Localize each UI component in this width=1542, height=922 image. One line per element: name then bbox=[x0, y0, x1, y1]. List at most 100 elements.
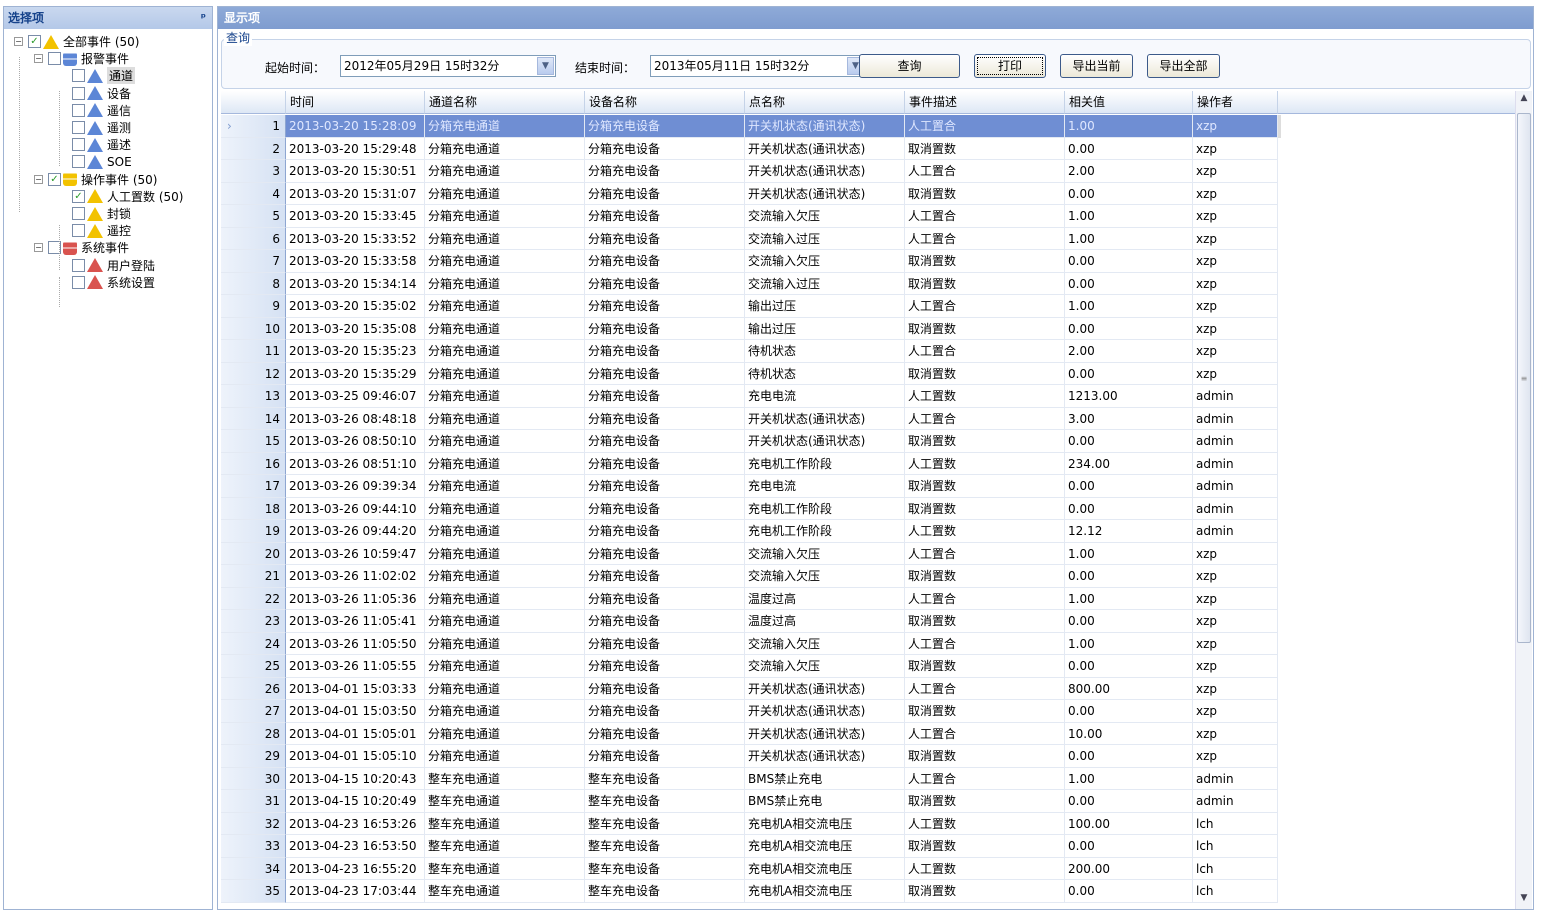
table-row[interactable]: 3 2013-03-20 15:30:51 分箱充电通道 分箱充电设备 开关机状态(通讯… bbox=[221, 160, 1281, 183]
row-number[interactable]: 28 bbox=[221, 722, 286, 745]
table-cell[interactable]: 2.00 bbox=[1065, 160, 1193, 183]
table-row[interactable]: 9 2013-03-20 15:35:02 分箱充电通道 分箱充电设备 输出过压 人工置合… bbox=[221, 295, 1281, 318]
table-cell[interactable]: 开关机状态(通讯状态) bbox=[745, 677, 905, 700]
table-cell[interactable]: xzp bbox=[1193, 677, 1278, 700]
table-cell[interactable]: 分箱充电设备 bbox=[585, 497, 745, 520]
table-row[interactable]: 5 2013-03-20 15:33:45 分箱充电通道 分箱充电设备 交流输入欠压 人工… bbox=[221, 205, 1281, 228]
table-cell[interactable]: 开关机状态(通讯状态) bbox=[745, 700, 905, 723]
row-number[interactable]: 13 bbox=[221, 385, 286, 408]
table-cell[interactable]: admin bbox=[1193, 475, 1278, 498]
checkbox[interactable] bbox=[72, 224, 85, 238]
table-cell[interactable]: 人工置合 bbox=[905, 205, 1065, 228]
table-cell[interactable]: 充电机A相交流电压 bbox=[745, 812, 905, 835]
table-cell[interactable]: xzp bbox=[1193, 722, 1278, 745]
table-cell[interactable]: 分箱充电设备 bbox=[585, 317, 745, 340]
table-cell[interactable]: 取消置数 bbox=[905, 700, 1065, 723]
table-cell[interactable]: 分箱充电设备 bbox=[585, 137, 745, 160]
table-cell[interactable]: 2013-03-26 11:05:41 bbox=[286, 610, 425, 633]
table-row[interactable]: 20 2013-03-26 10:59:47 分箱充电通道 分箱充电设备 交流输入欠压人… bbox=[221, 542, 1281, 565]
checkbox[interactable] bbox=[72, 86, 85, 100]
table-cell[interactable]: 人工置合 bbox=[905, 767, 1065, 790]
row-number[interactable]: 31 bbox=[221, 790, 286, 813]
table-cell[interactable]: 分箱充电通道 bbox=[425, 452, 585, 475]
vertical-scrollbar[interactable]: ▲ ≡ ▼ bbox=[1515, 91, 1532, 909]
table-row[interactable]: 26 2013-04-01 15:03:33 分箱充电通道 分箱充电设备 开关机状态(通… bbox=[221, 677, 1281, 700]
table-cell[interactable]: 分箱充电通道 bbox=[425, 745, 585, 768]
table-cell[interactable]: admin bbox=[1193, 452, 1278, 475]
table-cell[interactable]: 1.00 bbox=[1065, 227, 1193, 250]
table-row[interactable]: 12 2013-03-20 15:35:29 分箱充电通道 分箱充电设备 待机状态 取消置… bbox=[221, 362, 1281, 385]
table-row[interactable]: 6 2013-03-20 15:33:52 分箱充电通道 分箱充电设备 交流输入过压 人工… bbox=[221, 227, 1281, 250]
table-cell[interactable]: 2013-03-20 15:34:14 bbox=[286, 272, 425, 295]
tree-node[interactable]: 设备 bbox=[72, 85, 131, 102]
table-row[interactable]: 7 2013-03-20 15:33:58 分箱充电通道 分箱充电设备 交流输入欠压 取消… bbox=[221, 250, 1281, 273]
table-cell[interactable]: 分箱充电通道 bbox=[425, 227, 585, 250]
table-cell[interactable]: 100.00 bbox=[1065, 812, 1193, 835]
table-cell[interactable]: 0.00 bbox=[1065, 430, 1193, 453]
table-row[interactable]: 22 2013-03-26 11:05:36 分箱充电通道 分箱充电设备 温度过高 人工置… bbox=[221, 587, 1281, 610]
table-cell[interactable]: xzp bbox=[1193, 182, 1278, 205]
table-row[interactable]: 15 2013-03-26 08:50:10 分箱充电通道 分箱充电设备 开关机状态(通… bbox=[221, 430, 1281, 453]
table-cell[interactable]: 分箱充电通道 bbox=[425, 317, 585, 340]
table-cell[interactable]: xzp bbox=[1193, 542, 1278, 565]
checkbox[interactable] bbox=[72, 138, 85, 152]
row-number[interactable]: 34 bbox=[221, 857, 286, 880]
table-cell[interactable]: 分箱充电通道 bbox=[425, 250, 585, 273]
row-number[interactable]: 32 bbox=[221, 812, 286, 835]
table-cell[interactable]: 开关机状态(通讯状态) bbox=[745, 115, 905, 138]
table-cell[interactable]: 1.00 bbox=[1065, 115, 1193, 138]
table-cell[interactable]: xzp bbox=[1193, 272, 1278, 295]
table-cell[interactable]: 充电机A相交流电压 bbox=[745, 857, 905, 880]
table-cell[interactable]: 开关机状态(通讯状态) bbox=[745, 407, 905, 430]
table-cell[interactable]: 交流输入过压 bbox=[745, 272, 905, 295]
table-row[interactable]: 16 2013-03-26 08:51:10 分箱充电通道 分箱充电设备 充电机工作阶段… bbox=[221, 452, 1281, 475]
table-cell[interactable]: xzp bbox=[1193, 565, 1278, 588]
table-cell[interactable]: 开关机状态(通讯状态) bbox=[745, 137, 905, 160]
row-number[interactable]: 23 bbox=[221, 610, 286, 633]
table-cell[interactable]: 分箱充电设备 bbox=[585, 610, 745, 633]
column-header[interactable]: 时间 bbox=[286, 91, 425, 114]
table-cell[interactable]: 分箱充电通道 bbox=[425, 115, 585, 138]
row-number[interactable]: 35 bbox=[221, 880, 286, 903]
column-header[interactable]: 点名称 bbox=[745, 91, 905, 114]
table-cell[interactable]: 分箱充电通道 bbox=[425, 565, 585, 588]
collapse-icon[interactable]: − bbox=[14, 37, 23, 46]
row-number[interactable]: 3 bbox=[221, 160, 286, 183]
table-cell[interactable]: 输出过压 bbox=[745, 295, 905, 318]
table-cell[interactable]: 0.00 bbox=[1065, 182, 1193, 205]
table-cell[interactable]: 交流输入欠压 bbox=[745, 250, 905, 273]
table-cell[interactable]: 分箱充电通道 bbox=[425, 340, 585, 363]
table-cell[interactable]: 分箱充电设备 bbox=[585, 272, 745, 295]
table-cell[interactable]: 分箱充电通道 bbox=[425, 497, 585, 520]
export-current-button[interactable]: 导出当前 bbox=[1060, 54, 1133, 78]
table-cell[interactable]: 分箱充电通道 bbox=[425, 137, 585, 160]
table-row[interactable]: 32 2013-04-23 16:53:26 整车充电通道 整车充电设备 充电机A相交流… bbox=[221, 812, 1281, 835]
table-cell[interactable]: 取消置数 bbox=[905, 745, 1065, 768]
table-cell[interactable]: 分箱充电设备 bbox=[585, 205, 745, 228]
row-number[interactable]: 19 bbox=[221, 520, 286, 543]
table-row[interactable]: 21 2013-03-26 11:02:02 分箱充电通道 分箱充电设备 交流输入欠压取… bbox=[221, 565, 1281, 588]
table-cell[interactable]: 开关机状态(通讯状态) bbox=[745, 722, 905, 745]
row-number[interactable]: 15 bbox=[221, 430, 286, 453]
table-cell[interactable]: 交流输入过压 bbox=[745, 227, 905, 250]
tree-node[interactable]: 遥测 bbox=[72, 119, 131, 136]
table-cell[interactable]: 1.00 bbox=[1065, 587, 1193, 610]
table-cell[interactable]: xzp bbox=[1193, 160, 1278, 183]
table-cell[interactable]: 充电电流 bbox=[745, 385, 905, 408]
table-cell[interactable]: 分箱充电通道 bbox=[425, 655, 585, 678]
table-cell[interactable]: 整车充电设备 bbox=[585, 880, 745, 903]
table-cell[interactable]: 待机状态 bbox=[745, 340, 905, 363]
table-cell[interactable]: 分箱充电设备 bbox=[585, 385, 745, 408]
table-cell[interactable]: 2013-03-26 10:59:47 bbox=[286, 542, 425, 565]
table-cell[interactable]: 人工置合 bbox=[905, 542, 1065, 565]
table-cell[interactable]: 分箱充电设备 bbox=[585, 250, 745, 273]
collapse-icon[interactable]: − bbox=[34, 243, 43, 253]
table-cell[interactable]: 分箱充电通道 bbox=[425, 362, 585, 385]
table-cell[interactable]: admin bbox=[1193, 407, 1278, 430]
column-header[interactable]: 通道名称 bbox=[425, 91, 585, 114]
table-cell[interactable]: 交流输入欠压 bbox=[745, 565, 905, 588]
table-cell[interactable]: 分箱充电设备 bbox=[585, 632, 745, 655]
table-cell[interactable]: 人工置合 bbox=[905, 407, 1065, 430]
table-row[interactable]: 35 2013-04-23 17:03:44 整车充电通道 整车充电设备 充电机A相交流… bbox=[221, 880, 1281, 903]
table-cell[interactable]: 分箱充电通道 bbox=[425, 160, 585, 183]
